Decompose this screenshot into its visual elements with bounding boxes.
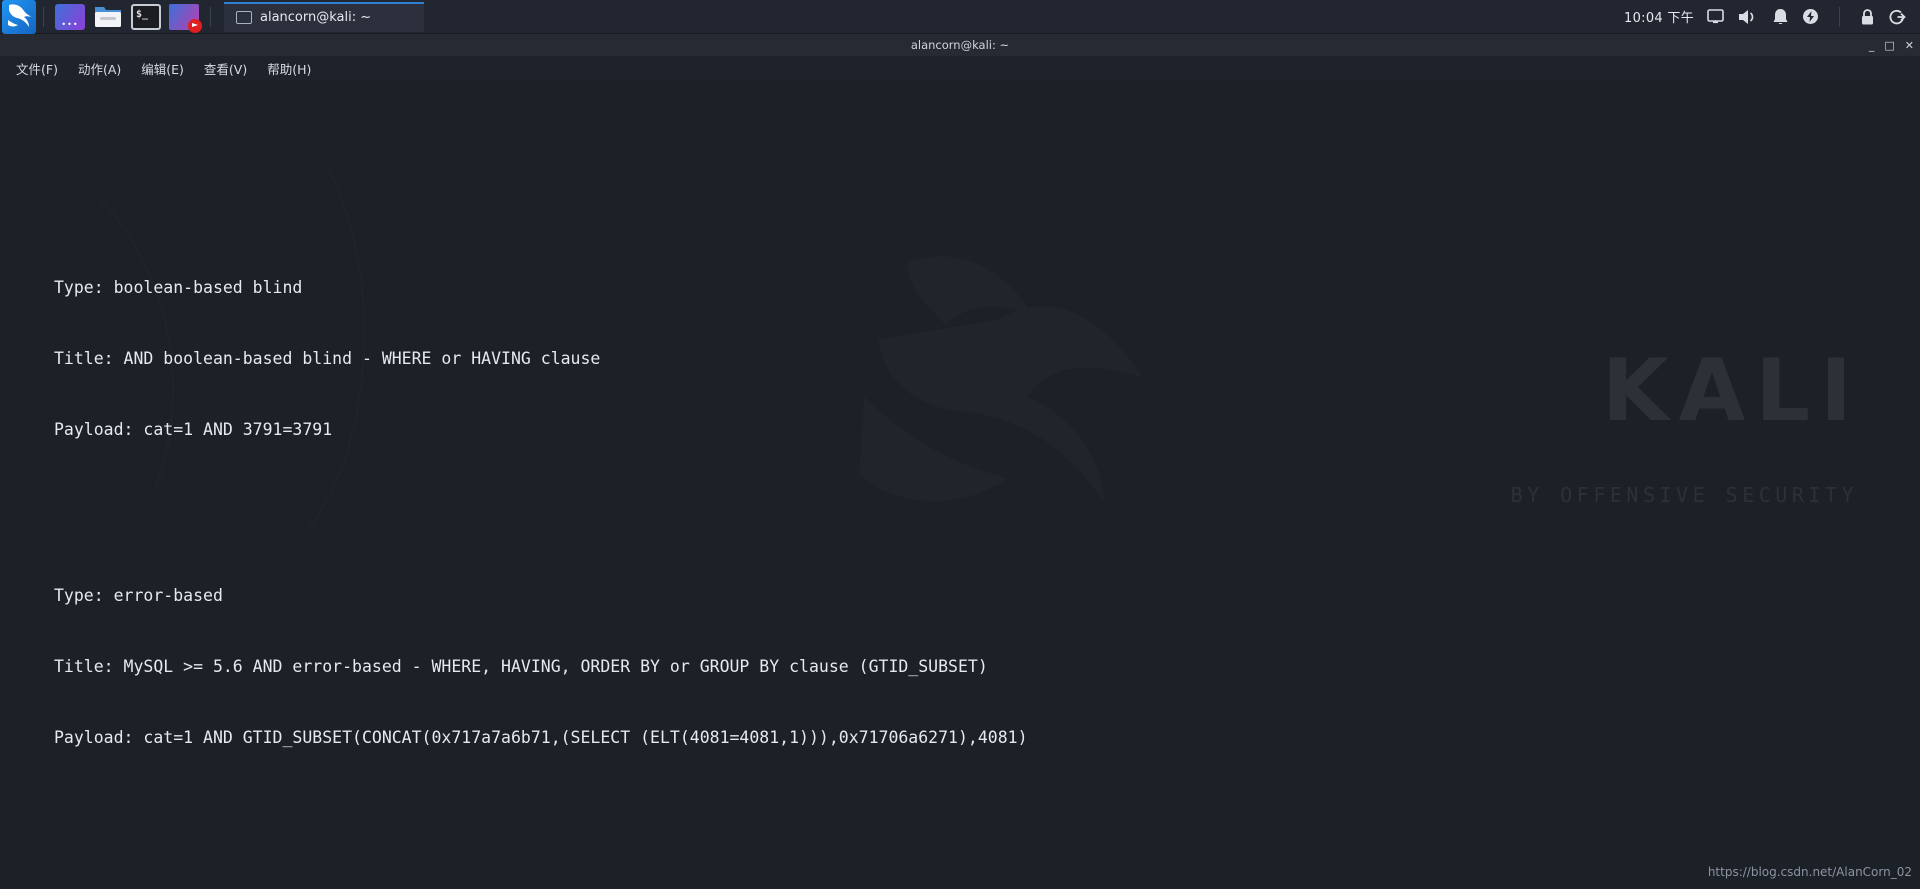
file-manager-icon[interactable] <box>93 4 123 30</box>
terminal-icon[interactable] <box>131 3 161 30</box>
terminal-icon <box>236 11 252 24</box>
show-applications-icon[interactable] <box>55 3 85 30</box>
output-line: Payload: cat=1 AND 3791=3791 <box>54 419 333 439</box>
taskbar-window-button[interactable]: alancorn@kali: ~ <box>224 1 424 32</box>
logout-icon[interactable] <box>1888 8 1906 26</box>
notification-bell-icon[interactable] <box>1772 8 1789 26</box>
terminal-output[interactable]: KALI BY OFFENSIVE SECURITY Type: boolean… <box>0 80 1920 889</box>
lock-icon[interactable] <box>1860 8 1875 26</box>
power-manager-icon[interactable] <box>1802 8 1819 25</box>
minimize-button[interactable]: _ <box>1869 39 1875 52</box>
menubar: 文件(F) 动作(A) 编辑(E) 查看(V) 帮助(H) <box>0 56 1920 80</box>
terminal-window: alancorn@kali: ~ _ □ ✕ 文件(F) 动作(A) 编辑(E)… <box>0 34 1920 889</box>
output-line: Type: error-based <box>54 585 223 605</box>
kali-dragon-icon[interactable] <box>2 0 36 34</box>
menu-actions[interactable]: 动作(A) <box>70 57 129 80</box>
clock[interactable]: 10:04 下午 <box>1624 7 1694 26</box>
window-title: alancorn@kali: ~ <box>910 38 1010 52</box>
menu-edit[interactable]: 编辑(E) <box>133 57 192 80</box>
watermark-credit: https://blog.csdn.net/AlanCorn_02 <box>1707 865 1912 880</box>
output-line: Payload: cat=1 AND GTID_SUBSET(CONCAT(0x… <box>54 727 1028 747</box>
display-icon[interactable] <box>1707 9 1724 24</box>
menu-view[interactable]: 查看(V) <box>196 57 255 80</box>
output-line: Type: boolean-based blind <box>54 277 303 297</box>
panel-separator <box>43 6 44 27</box>
menu-help[interactable]: 帮助(H) <box>259 57 319 80</box>
output-line: Title: AND boolean-based blind - WHERE o… <box>54 348 601 368</box>
record-indicator-icon <box>188 18 202 33</box>
top-panel: alancorn@kali: ~ 10:04 下午 <box>0 0 1920 34</box>
window-titlebar[interactable]: alancorn@kali: ~ _ □ ✕ <box>0 34 1920 56</box>
window-controls: _ □ ✕ <box>1869 34 1914 56</box>
close-button[interactable]: ✕ <box>1905 39 1914 52</box>
output-line: Title: MySQL >= 5.6 AND error-based - WH… <box>54 656 988 676</box>
screen-recorder-icon[interactable] <box>169 3 202 33</box>
taskbar-window-label: alancorn@kali: ~ <box>260 10 372 25</box>
menu-file[interactable]: 文件(F) <box>8 57 66 80</box>
maximize-button[interactable]: □ <box>1884 39 1894 52</box>
kali-watermark-dragon-icon <box>0 80 1920 889</box>
tray-separator <box>1839 6 1840 27</box>
kali-watermark-text: KALI <box>1602 341 1862 441</box>
panel-separator-2 <box>210 6 211 27</box>
volume-icon[interactable] <box>1737 8 1759 26</box>
system-tray: 10:04 下午 <box>1624 6 1920 27</box>
